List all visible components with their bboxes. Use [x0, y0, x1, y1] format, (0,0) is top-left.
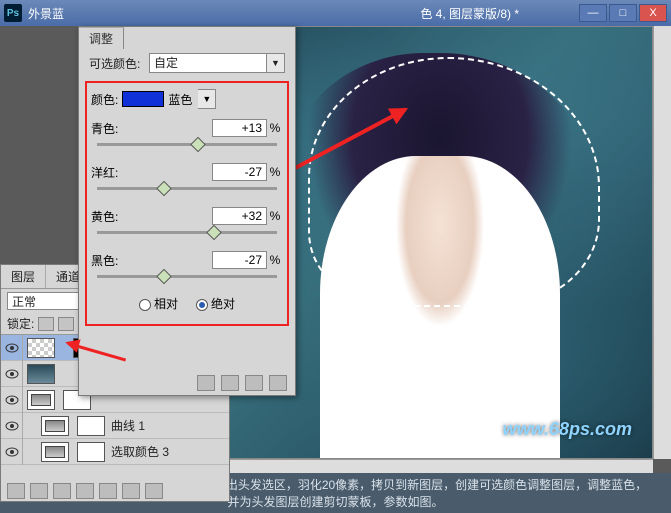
mask-thumb	[77, 442, 105, 462]
fx-icon[interactable]	[30, 483, 48, 499]
document-title: 外景蓝	[28, 5, 64, 22]
layer-name: 选取颜色 3	[109, 443, 229, 460]
layer-name: 曲线 1	[109, 417, 229, 434]
highlight-box: 颜色: 蓝色 ▼ 青色: % 洋红: %	[85, 81, 289, 326]
color-dropdown-icon[interactable]: ▼	[198, 89, 216, 109]
close-button[interactable]: X	[639, 4, 667, 22]
color-swatch	[122, 91, 164, 107]
layer-row[interactable]: 选取颜色 3	[1, 439, 229, 465]
cyan-label: 青色:	[91, 120, 136, 137]
layer-thumb	[41, 416, 69, 436]
black-input[interactable]	[212, 251, 267, 269]
layers-tab[interactable]: 图层	[1, 265, 46, 288]
layer-thumb	[41, 442, 69, 462]
yellow-slider[interactable]	[97, 227, 277, 239]
lock-pixels-icon[interactable]	[58, 317, 74, 331]
vertical-scrollbar[interactable]	[653, 26, 671, 459]
cyan-slider[interactable]	[97, 139, 277, 151]
layer-thumb	[27, 390, 55, 410]
color-label: 颜色:	[91, 91, 118, 108]
pct: %	[267, 121, 283, 135]
maximize-button[interactable]: □	[609, 4, 637, 22]
visibility-icon[interactable]	[1, 387, 23, 413]
absolute-radio[interactable]: 绝对	[196, 295, 235, 312]
magenta-input[interactable]	[212, 163, 267, 181]
trash-icon[interactable]	[269, 375, 287, 391]
visibility-icon[interactable]	[1, 413, 23, 439]
lock-transparency-icon[interactable]	[38, 317, 54, 331]
reset-icon[interactable]	[245, 375, 263, 391]
layer-thumb	[27, 338, 55, 358]
visibility-icon[interactable]	[1, 335, 23, 361]
adjustment-icon[interactable]	[76, 483, 94, 499]
color-value: 蓝色	[168, 91, 192, 108]
layer-row[interactable]: 曲线 1	[1, 413, 229, 439]
preset-label: 可选颜色:	[89, 55, 149, 72]
clip-icon[interactable]	[197, 375, 215, 391]
document-title-tail: 色 4, 图层蒙版/8) *	[420, 5, 519, 22]
black-slider[interactable]	[97, 271, 277, 283]
delete-layer-icon[interactable]	[145, 483, 163, 499]
magenta-label: 洋红:	[91, 164, 136, 181]
title-bar: Ps 外景蓝 色 4, 图层蒙版/8) * — □ X	[0, 0, 671, 26]
layer-thumb	[27, 364, 55, 384]
group-icon[interactable]	[99, 483, 117, 499]
workspace: www.68ps.com 调整 可选颜色: 自定 ▼ 颜色: 蓝色 ▼ 青色: …	[0, 26, 671, 473]
relative-radio[interactable]: 相对	[139, 295, 178, 312]
preset-dropdown-icon[interactable]: ▼	[267, 53, 285, 73]
mask-thumb	[77, 416, 105, 436]
mask-icon[interactable]	[53, 483, 71, 499]
adjustments-tab[interactable]: 调整	[79, 27, 124, 49]
view-icon[interactable]	[221, 375, 239, 391]
yellow-label: 黄色:	[91, 208, 136, 225]
preset-select[interactable]: 自定	[149, 53, 267, 73]
adjustments-panel: 调整 可选颜色: 自定 ▼ 颜色: 蓝色 ▼ 青色: %	[78, 26, 296, 396]
cyan-input[interactable]	[212, 119, 267, 137]
lock-label: 锁定:	[7, 315, 34, 332]
black-label: 黑色:	[91, 252, 136, 269]
visibility-icon[interactable]	[1, 361, 23, 387]
minimize-button[interactable]: —	[579, 4, 607, 22]
magenta-slider[interactable]	[97, 183, 277, 195]
new-layer-icon[interactable]	[122, 483, 140, 499]
app-icon: Ps	[4, 4, 22, 22]
watermark-text: www.68ps.com	[503, 419, 632, 440]
visibility-icon[interactable]	[1, 439, 23, 465]
yellow-input[interactable]	[212, 207, 267, 225]
link-layers-icon[interactable]	[7, 483, 25, 499]
